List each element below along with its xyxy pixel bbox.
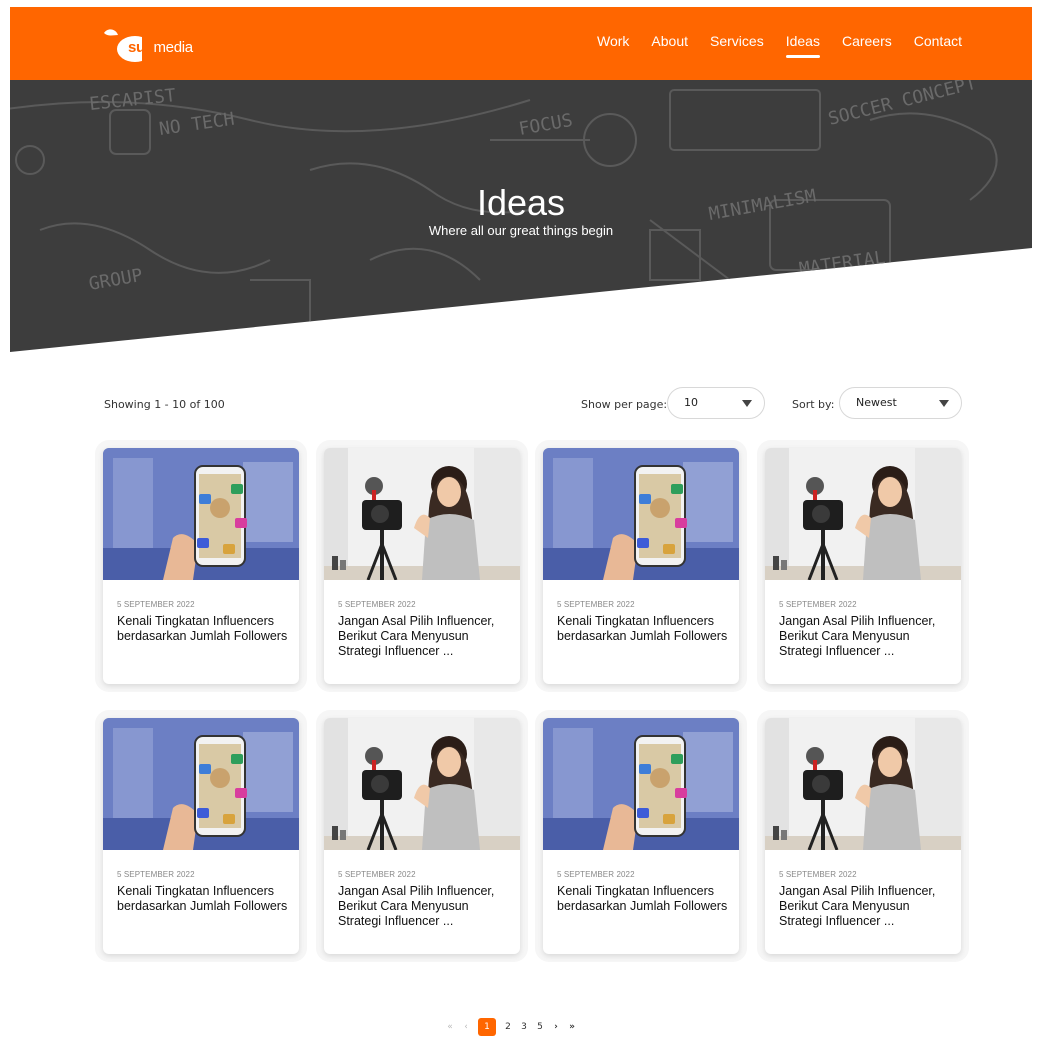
last-page-button[interactable]: » <box>568 1022 576 1032</box>
nav-contact[interactable]: Contact <box>914 33 962 49</box>
idea-card[interactable]: 5 SEPTEMBER 2022 Kenali Tingkatan Influen… <box>543 718 739 954</box>
hero-banner: ESCAPIST NO TECH FOCUS SOCCER CONCEPT MI… <box>10 80 1032 352</box>
page-title: Ideas <box>476 182 566 223</box>
idea-card-wrap: 5 SEPTEMBER 2022 Kenali Tingkatan Influen… <box>535 710 747 962</box>
card-date: 5 SEPTEMBER 2022 <box>557 600 635 609</box>
page-3-button[interactable]: 3 <box>520 1022 528 1032</box>
page-5-button[interactable]: 5 <box>536 1022 544 1032</box>
idea-card[interactable]: 5 SEPTEMBER 2022 Jangan Asal Pilih Influe… <box>324 718 520 954</box>
idea-card-wrap: 5 SEPTEMBER 2022 Jangan Asal Pilih Influe… <box>757 710 969 962</box>
nav-careers[interactable]: Careers <box>842 33 892 49</box>
nav-ideas[interactable]: Ideas <box>785 33 821 58</box>
idea-card[interactable]: 5 SEPTEMBER 2022 Kenali Tingkatan Influen… <box>103 718 299 954</box>
card-thumbnail-phone-social-media[interactable] <box>543 718 739 850</box>
card-thumbnail-phone-social-media[interactable] <box>103 718 299 850</box>
idea-card-wrap: 5 SEPTEMBER 2022 Jangan Asal Pilih Influe… <box>316 440 528 692</box>
first-page-button[interactable]: « <box>446 1022 454 1032</box>
sort-value: Newest <box>856 396 897 409</box>
card-title[interactable]: Kenali Tingkatan Influencers berdasarkan… <box>557 614 733 644</box>
card-date: 5 SEPTEMBER 2022 <box>338 600 416 609</box>
idea-card-wrap: 5 SEPTEMBER 2022 Kenali Tingkatan Influen… <box>95 440 307 692</box>
idea-card[interactable]: 5 SEPTEMBER 2022 Kenali Tingkatan Influen… <box>543 448 739 684</box>
prev-page-button[interactable]: ‹ <box>462 1022 470 1032</box>
card-date: 5 SEPTEMBER 2022 <box>338 870 416 879</box>
logo-text-light: media <box>153 39 193 56</box>
caret-down-icon <box>939 400 949 407</box>
idea-card-wrap: 5 SEPTEMBER 2022 Jangan Asal Pilih Influe… <box>757 440 969 692</box>
card-thumbnail-woman-vlogging[interactable] <box>765 718 961 850</box>
per-page-label: Show per page: <box>581 398 668 411</box>
card-date: 5 SEPTEMBER 2022 <box>557 870 635 879</box>
suitmedia-logo[interactable]: suitmedia <box>102 25 222 65</box>
card-title[interactable]: Kenali Tingkatan Influencers berdasarkan… <box>557 884 733 914</box>
logo-text-bold: suit <box>128 39 154 56</box>
card-date: 5 SEPTEMBER 2022 <box>779 600 857 609</box>
idea-card-wrap: 5 SEPTEMBER 2022 Kenali Tingkatan Influen… <box>95 710 307 962</box>
nav-services[interactable]: Services <box>710 33 764 49</box>
site-header: suitmedia Work About Services Ideas Care… <box>10 7 1032 80</box>
card-thumbnail-woman-vlogging[interactable] <box>324 448 520 580</box>
idea-card[interactable]: 5 SEPTEMBER 2022 Jangan Asal Pilih Influe… <box>765 718 961 954</box>
card-title[interactable]: Jangan Asal Pilih Influencer, Berikut Ca… <box>338 884 514 929</box>
card-thumbnail-phone-social-media[interactable] <box>543 448 739 580</box>
per-page-value: 10 <box>684 396 698 409</box>
results-count: Showing 1 - 10 of 100 <box>104 398 225 411</box>
card-thumbnail-phone-social-media[interactable] <box>103 448 299 580</box>
page-2-button[interactable]: 2 <box>504 1022 512 1032</box>
card-date: 5 SEPTEMBER 2022 <box>117 870 195 879</box>
page-subtitle: Where all our great things begin <box>428 223 614 238</box>
page-1-button[interactable]: 1 <box>478 1018 496 1036</box>
idea-card[interactable]: 5 SEPTEMBER 2022 Jangan Asal Pilih Influe… <box>324 448 520 684</box>
sort-label: Sort by: <box>792 398 835 411</box>
idea-card[interactable]: 5 SEPTEMBER 2022 Jangan Asal Pilih Influe… <box>765 448 961 684</box>
idea-card-wrap: 5 SEPTEMBER 2022 Kenali Tingkatan Influen… <box>535 440 747 692</box>
idea-card[interactable]: 5 SEPTEMBER 2022 Kenali Tingkatan Influen… <box>103 448 299 684</box>
nav-about[interactable]: About <box>651 33 688 49</box>
next-page-button[interactable]: › <box>552 1022 560 1032</box>
per-page-select[interactable]: 10 <box>667 387 765 419</box>
idea-card-wrap: 5 SEPTEMBER 2022 Jangan Asal Pilih Influe… <box>316 710 528 962</box>
sort-select[interactable]: Newest <box>839 387 962 419</box>
nav-work[interactable]: Work <box>597 33 629 49</box>
caret-down-icon <box>742 400 752 407</box>
card-title[interactable]: Jangan Asal Pilih Influencer, Berikut Ca… <box>338 614 514 659</box>
card-date: 5 SEPTEMBER 2022 <box>779 870 857 879</box>
card-thumbnail-woman-vlogging[interactable] <box>765 448 961 580</box>
card-title[interactable]: Jangan Asal Pilih Influencer, Berikut Ca… <box>779 614 955 659</box>
card-title[interactable]: Kenali Tingkatan Influencers berdasarkan… <box>117 614 293 644</box>
pagination: « ‹ 1 2 3 5 › » <box>446 1018 576 1036</box>
card-thumbnail-woman-vlogging[interactable] <box>324 718 520 850</box>
card-title[interactable]: Kenali Tingkatan Influencers berdasarkan… <box>117 884 293 914</box>
card-date: 5 SEPTEMBER 2022 <box>117 600 195 609</box>
card-title[interactable]: Jangan Asal Pilih Influencer, Berikut Ca… <box>779 884 955 929</box>
main-nav: Work About Services Ideas Careers Contac… <box>597 33 962 58</box>
